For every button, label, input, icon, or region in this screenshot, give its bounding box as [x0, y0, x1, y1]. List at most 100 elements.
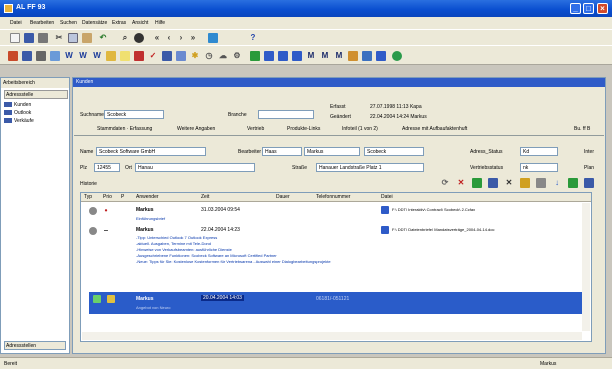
gear-icon[interactable]: ⚙: [232, 51, 242, 61]
print-icon[interactable]: [584, 178, 594, 188]
phone-icon[interactable]: [36, 51, 46, 61]
menu-hilfe[interactable]: Hilfe: [155, 20, 165, 26]
word-icon[interactable]: W: [78, 51, 88, 61]
tab-stammdaten[interactable]: Stammdaten · Erfassung: [95, 125, 154, 134]
firma1-input[interactable]: Markus: [304, 147, 360, 156]
menu-ansicht[interactable]: Ansicht: [132, 20, 148, 26]
clock-icon[interactable]: ◷: [204, 51, 214, 61]
copy-icon[interactable]: [68, 33, 78, 43]
col-anwender[interactable]: Anwender: [136, 194, 159, 200]
save-icon[interactable]: [24, 33, 34, 43]
sidebar-footer[interactable]: Adressstellen: [4, 341, 66, 350]
row3-phone[interactable]: 06181/-051121: [316, 296, 349, 302]
tab-more[interactable]: Bu. ff B: [572, 125, 592, 134]
mail-icon[interactable]: [134, 51, 144, 61]
strasse-input[interactable]: Hanauer Landstraße Platz 1: [316, 163, 424, 172]
vertriebsstatus-select[interactable]: nk: [520, 163, 558, 172]
row2-file[interactable]: F:\ DDT\ Dateienbriefe\ Mandatsverträge_…: [392, 227, 495, 232]
menu-suchen[interactable]: Suchen: [60, 20, 77, 26]
note-icon[interactable]: [120, 51, 130, 61]
row1-file[interactable]: F:\ DDT\ Interaktiv\ Contract\ Scobeck\ …: [392, 207, 475, 212]
menu-datei[interactable]: Datei: [10, 20, 22, 26]
row3-time[interactable]: 20.04.2004 14:03: [201, 295, 244, 301]
delete-icon[interactable]: ✕: [456, 178, 466, 188]
table-row-selected[interactable]: Markus 20.04.2004 14:03 06181/-051121 An…: [89, 292, 583, 314]
minimize-button[interactable]: _: [570, 3, 581, 14]
horizontal-scrollbar[interactable]: [82, 332, 582, 340]
filter-icon[interactable]: [536, 178, 546, 188]
attach-icon[interactable]: [520, 178, 530, 188]
print-icon[interactable]: [38, 33, 48, 43]
menu-bearbeiten[interactable]: Bearbeiten: [30, 20, 54, 26]
tab-produkte-links[interactable]: Produkte-Links: [285, 125, 322, 134]
cloud-icon[interactable]: ☁: [218, 51, 228, 61]
tab-adresse[interactable]: Adresse mit Aufbaufaktenhuft: [400, 125, 469, 134]
help-icon[interactable]: ?: [248, 33, 258, 43]
user-icon[interactable]: [264, 51, 274, 61]
folder-icon[interactable]: [106, 51, 116, 61]
row1-time[interactable]: 31.03.2004 09:54: [201, 207, 240, 213]
col-p[interactable]: P: [121, 194, 124, 200]
m-icon[interactable]: M: [306, 51, 316, 61]
firma2-input[interactable]: Scobeck: [364, 147, 424, 156]
menu-extras[interactable]: Extras: [112, 20, 126, 26]
last-icon[interactable]: »: [188, 33, 198, 43]
word-icon[interactable]: W: [92, 51, 102, 61]
m-icon[interactable]: M: [334, 51, 344, 61]
grid-icon[interactable]: [176, 51, 186, 61]
col-prio[interactable]: Prio: [103, 194, 112, 200]
task-icon[interactable]: [50, 51, 60, 61]
phone-icon[interactable]: [568, 178, 578, 188]
refresh-icon[interactable]: ⟳: [440, 178, 450, 188]
plz-input[interactable]: 12455: [94, 163, 120, 172]
first-icon[interactable]: «: [152, 33, 162, 43]
user-icon[interactable]: [250, 51, 260, 61]
maximize-button[interactable]: □: [583, 3, 594, 14]
close-icon[interactable]: ✕: [504, 178, 514, 188]
name-input[interactable]: Scobeck Software GmbH: [96, 147, 206, 156]
undo-icon[interactable]: ↶: [98, 33, 108, 43]
col-datei[interactable]: Datei: [381, 194, 393, 200]
flag-icon[interactable]: [362, 51, 372, 61]
next-icon[interactable]: ›: [176, 33, 186, 43]
bearbeiter-input[interactable]: Haas: [262, 147, 302, 156]
report-icon[interactable]: [162, 51, 172, 61]
chart-icon[interactable]: [208, 33, 218, 43]
cut-icon[interactable]: ✂: [54, 33, 64, 43]
word-icon[interactable]: W: [64, 51, 74, 61]
user-icon[interactable]: [292, 51, 302, 61]
globe-icon[interactable]: [392, 51, 402, 61]
row2-user[interactable]: Markus: [136, 227, 154, 233]
sidebar-item-outlook[interactable]: Outlook: [4, 110, 31, 116]
tab-weitere-angaben[interactable]: Weitere Angaben: [175, 125, 217, 134]
calendar-icon[interactable]: [8, 51, 18, 61]
sidebar-item-verkaeufe[interactable]: Verkäufe: [4, 118, 34, 124]
menu-datensaetze[interactable]: Datensätze: [82, 20, 107, 26]
page-icon[interactable]: [10, 33, 20, 43]
binoculars-icon[interactable]: [134, 33, 144, 43]
new-icon[interactable]: [472, 178, 482, 188]
sidebar-subheader[interactable]: Adressstelle: [4, 90, 68, 99]
sort-icon[interactable]: ↓: [552, 178, 562, 188]
col-dauer[interactable]: Dauer: [276, 194, 290, 200]
suchname-input[interactable]: Scobeck: [104, 110, 164, 119]
tab-vertrieb[interactable]: Vertrieb: [245, 125, 266, 134]
col-zeit[interactable]: Zeit: [201, 194, 209, 200]
col-typ[interactable]: Typ: [84, 194, 92, 200]
edit-icon[interactable]: [488, 178, 498, 188]
vertical-scrollbar[interactable]: [582, 203, 590, 331]
close-button[interactable]: ×: [597, 3, 608, 14]
check-icon[interactable]: ✓: [148, 51, 158, 61]
star-icon[interactable]: ✱: [190, 51, 200, 61]
adress-status-select[interactable]: Kd: [520, 147, 558, 156]
list-icon[interactable]: [376, 51, 386, 61]
paste-icon[interactable]: [82, 33, 92, 43]
search-icon[interactable]: ⌕: [120, 33, 130, 43]
row2-time[interactable]: 22.04.2004 14:23: [201, 227, 240, 233]
branche-input[interactable]: [258, 110, 314, 119]
sidebar-item-kunden[interactable]: Kunden: [4, 102, 31, 108]
row1-user[interactable]: Markus: [136, 207, 154, 213]
prev-icon[interactable]: ‹: [164, 33, 174, 43]
ort-input[interactable]: Hanau: [135, 163, 255, 172]
contacts-icon[interactable]: [22, 51, 32, 61]
